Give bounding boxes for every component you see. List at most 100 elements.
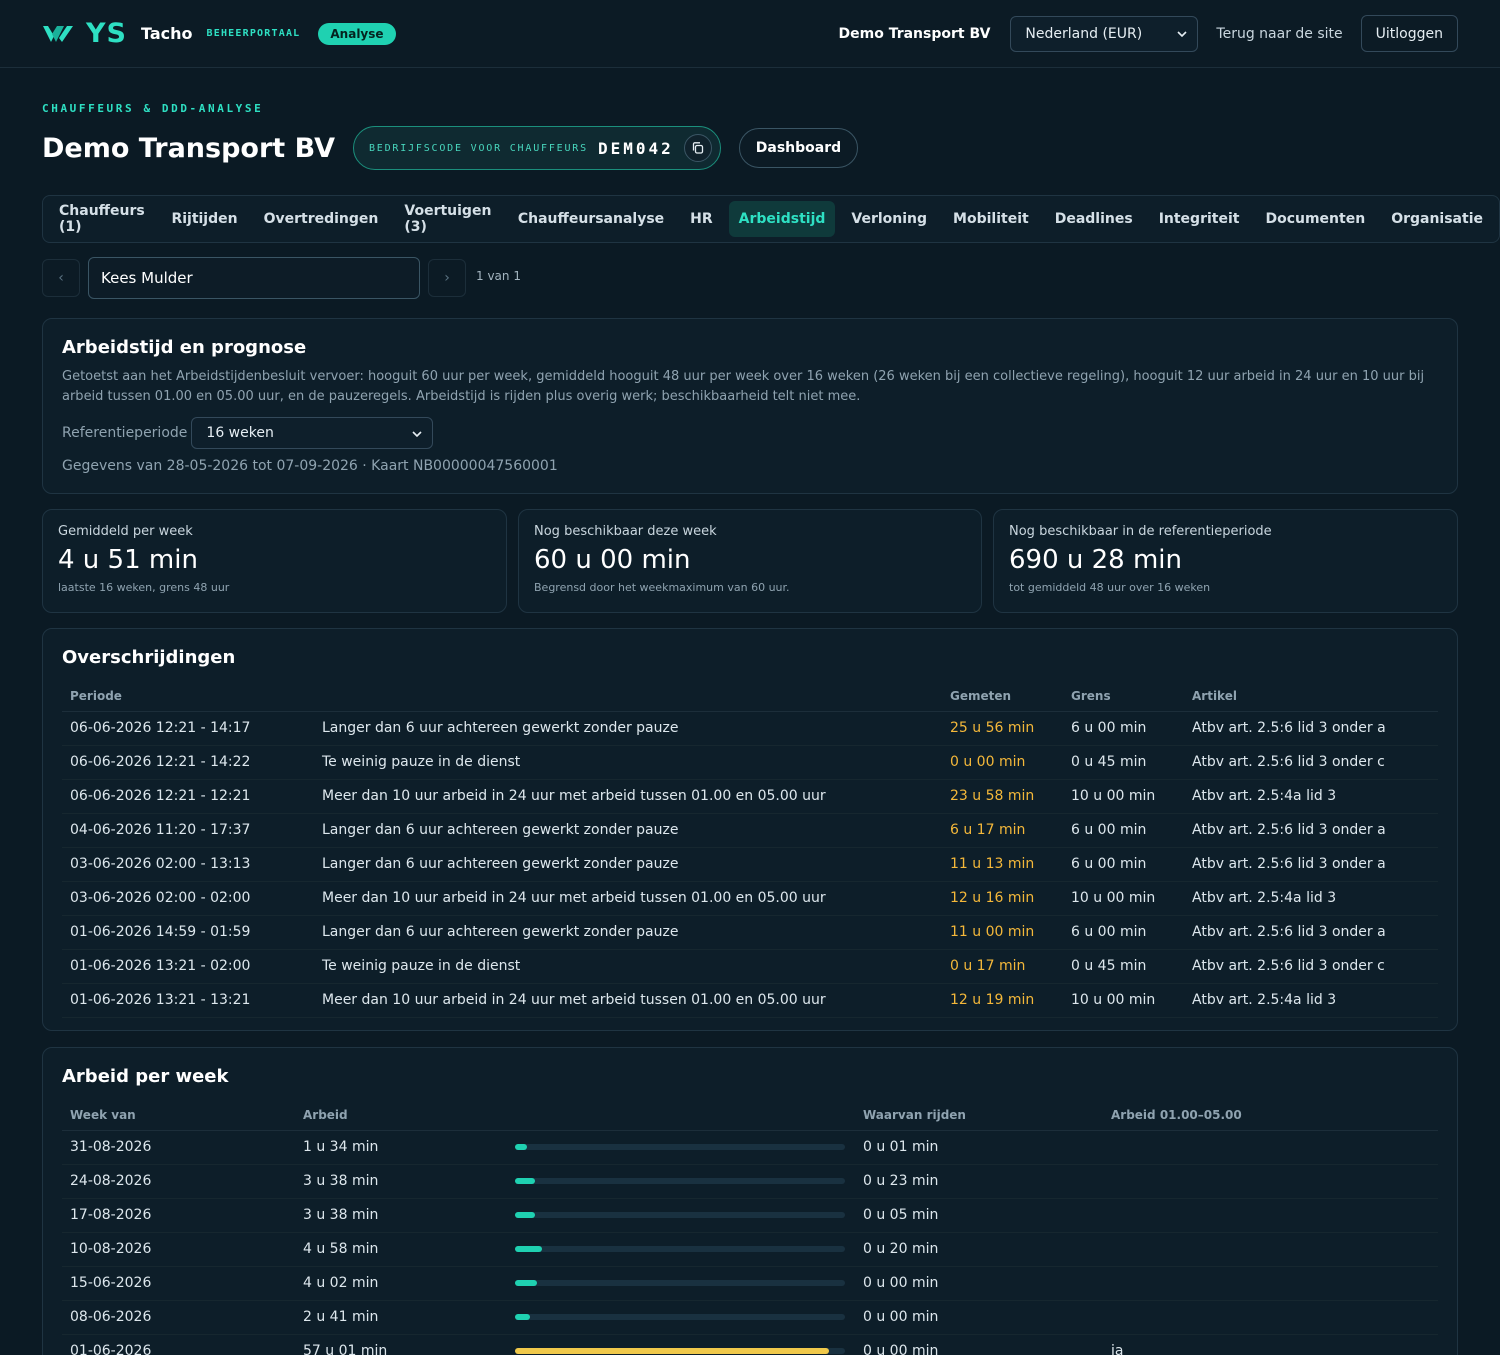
tab-integriteit[interactable]: Integriteit: [1149, 201, 1250, 237]
weekly-work-title: Arbeid per week: [62, 1066, 229, 1087]
intro-description: Getoetst aan het Arbeidstijdenbesluit ve…: [62, 369, 1425, 404]
tab-mobiliteit[interactable]: Mobiliteit: [943, 201, 1039, 237]
column-header: Arbeid 01.00–05.00: [1103, 1100, 1438, 1131]
violation-limit: 0 u 45 min: [1063, 949, 1184, 984]
week-work-bar-cell: [507, 1300, 855, 1335]
company-code-label: BEDRIJFSCODE VOOR CHAUFFEURS: [368, 142, 588, 154]
reference-period-select[interactable]: 16 weken: [191, 417, 434, 449]
country-select[interactable]: Nederland (EUR): [1010, 15, 1199, 52]
previous-driver-button[interactable]: ‹: [42, 259, 80, 297]
brand-subtitle: BEHEERPORTAAL: [206, 28, 301, 39]
work-progress-fill: [515, 1348, 829, 1354]
tab-verloning[interactable]: Verloning: [841, 201, 937, 237]
stat-value: 4 u 51 min: [58, 545, 198, 575]
tab-deadlines[interactable]: Deadlines: [1045, 201, 1143, 237]
work-progress-bar: [515, 1178, 845, 1184]
week-work: 57 u 01 min: [295, 1334, 507, 1355]
table-row: 04-06-2026 11:20 - 17:37 Langer dan 6 uur…: [62, 813, 1438, 848]
stat-card-average: Gemiddeld per week 4 u 51 min laatste 16…: [42, 509, 507, 613]
logo-icon: [42, 22, 74, 46]
table-row: 06-06-2026 12:21 - 14:17 Langer dan 6 uur…: [62, 711, 1438, 746]
violation-article: Atbv art. 2.5:6 lid 3 onder a: [1184, 813, 1438, 848]
week-work-bar-cell: [507, 1164, 855, 1199]
chevron-down-icon: [412, 427, 422, 440]
column-header: Waarvan rijden: [855, 1100, 1103, 1131]
driver-select[interactable]: Kees Mulder: [88, 257, 420, 299]
column-header: Periode: [62, 681, 314, 712]
table-row: 31-08-2026 1 u 34 min 0 u 01 min: [62, 1130, 1438, 1165]
violation-limit: 0 u 45 min: [1063, 745, 1184, 780]
column-header: Gemeten: [942, 681, 1063, 712]
stat-value: 690 u 28 min: [1009, 545, 1183, 575]
violation-limit: 10 u 00 min: [1063, 983, 1184, 1018]
week-start: 10-08-2026: [62, 1232, 295, 1267]
page-title: Demo Transport BV: [42, 132, 335, 164]
week-work-bar-cell: [507, 1266, 855, 1301]
violation-article: Atbv art. 2.5:6 lid 3 onder c: [1184, 949, 1438, 984]
week-work: 4 u 58 min: [295, 1232, 507, 1267]
week-driving: 0 u 23 min: [855, 1164, 1103, 1199]
dashboard-button[interactable]: Dashboard: [738, 128, 859, 168]
violation-article: Atbv art. 2.5:4a lid 3: [1184, 983, 1438, 1018]
week-start: 15-06-2026: [62, 1266, 295, 1301]
violation-period: 01-06-2026 13:21 - 02:00: [62, 949, 314, 984]
tab-hr[interactable]: HR: [680, 201, 723, 237]
week-start: 01-06-2026: [62, 1334, 295, 1355]
tab-organisatie[interactable]: Organisatie: [1381, 201, 1493, 237]
copy-icon[interactable]: [683, 134, 712, 162]
week-night-work: [1103, 1130, 1438, 1165]
work-progress-bar: [515, 1280, 845, 1286]
violation-description: Te weinig pauze in de dienst: [314, 745, 942, 780]
tab-arbeidstijd[interactable]: Arbeidstijd: [728, 201, 836, 237]
next-driver-button[interactable]: ›: [428, 259, 466, 297]
week-work-bar-cell: [507, 1232, 855, 1267]
week-driving: 0 u 20 min: [855, 1232, 1103, 1267]
weekly-header-row: Week van Arbeid Waarvan rijden Arbeid 01…: [62, 1100, 1438, 1131]
violation-article: Atbv art. 2.5:6 lid 3 onder a: [1184, 711, 1438, 746]
violation-description: Meer dan 10 uur arbeid in 24 uur met arb…: [314, 881, 942, 916]
company-name: Demo Transport BV: [838, 25, 991, 42]
violation-article: Atbv art. 2.5:4a lid 3: [1184, 881, 1438, 916]
brand[interactable]: YS Tacho BEHEERPORTAAL Analyse: [42, 18, 396, 49]
week-driving: 0 u 05 min: [855, 1198, 1103, 1233]
tab-documenten[interactable]: Documenten: [1255, 201, 1375, 237]
violation-description: Langer dan 6 uur achtereen gewerkt zonde…: [314, 847, 942, 882]
week-work: 1 u 34 min: [295, 1130, 507, 1165]
company-code-value: DEM042: [597, 138, 674, 158]
table-row: 01-06-2026 57 u 01 min 0 u 00 min ja: [62, 1334, 1438, 1355]
week-work-bar-cell: [507, 1130, 855, 1165]
violation-period: 06-06-2026 12:21 - 12:21: [62, 779, 314, 814]
violation-period: 01-06-2026 13:21 - 13:21: [62, 983, 314, 1018]
violation-limit: 10 u 00 min: [1063, 881, 1184, 916]
violation-description: Meer dan 10 uur arbeid in 24 uur met arb…: [314, 779, 942, 814]
work-progress-bar: [515, 1212, 845, 1218]
tab-rijtijden[interactable]: Rijtijden: [161, 201, 247, 237]
driver-pager: ‹ Kees Mulder › 1 van 1: [42, 257, 521, 299]
violation-period: 06-06-2026 12:21 - 14:22: [62, 745, 314, 780]
table-row: 17-08-2026 3 u 38 min 0 u 05 min: [62, 1198, 1438, 1233]
reference-period-value: 16 weken: [206, 425, 274, 441]
violation-measured: 6 u 17 min: [942, 813, 1063, 848]
data-range-line: Gegevens van 28-05-2026 tot 07-09-2026 ·…: [62, 458, 558, 474]
column-header: [314, 681, 942, 712]
violation-measured: 0 u 17 min: [942, 949, 1063, 984]
week-work-bar-cell: [507, 1334, 855, 1355]
table-row: 15-06-2026 4 u 02 min 0 u 00 min: [62, 1266, 1438, 1301]
violation-period: 03-06-2026 02:00 - 02:00: [62, 881, 314, 916]
tab-chauffeursanalyse[interactable]: Chauffeursanalyse: [508, 201, 674, 237]
tab-overtredingen[interactable]: Overtredingen: [254, 201, 389, 237]
tab-chauffeurs[interactable]: Chauffeurs (1): [49, 201, 155, 237]
stat-card-available-period: Nog beschikbaar in de referentieperiode …: [993, 509, 1458, 613]
column-header: [507, 1100, 855, 1131]
violations-card: Overschrijdingen Periode Gemeten Grens A…: [42, 628, 1458, 1031]
logout-button[interactable]: Uitloggen: [1360, 15, 1458, 52]
work-progress-fill: [515, 1246, 542, 1252]
violations-table: Periode Gemeten Grens Artikel 06-06-2026…: [62, 681, 1438, 1018]
table-row: 24-08-2026 3 u 38 min 0 u 23 min: [62, 1164, 1438, 1199]
stat-label: Nog beschikbaar deze week: [534, 524, 717, 539]
stat-subtext: laatste 16 weken, grens 48 uur: [58, 581, 230, 594]
back-to-site-link[interactable]: Terug naar de site: [1216, 26, 1342, 42]
weekly-work-card: Arbeid per week Week van Arbeid Waarvan …: [42, 1047, 1458, 1355]
violation-measured: 23 u 58 min: [942, 779, 1063, 814]
tab-voertuigen[interactable]: Voertuigen (3): [394, 201, 501, 237]
